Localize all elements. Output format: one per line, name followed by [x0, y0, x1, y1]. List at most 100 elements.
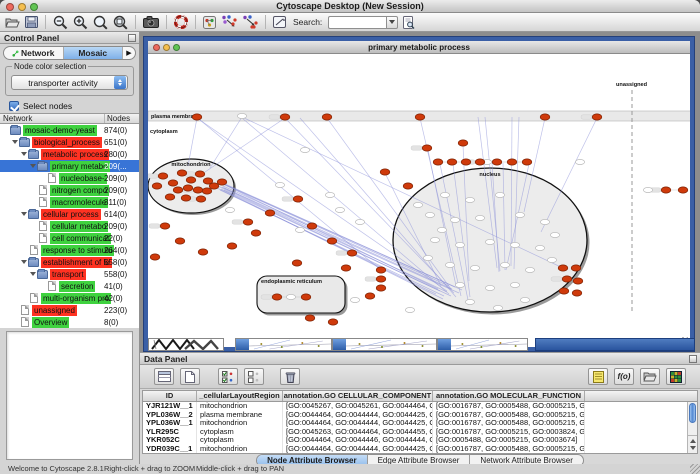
tree-expand-arrow[interactable]	[20, 257, 28, 267]
orange-node[interactable]	[175, 238, 185, 244]
minimized-window-thumbnail[interactable]	[332, 338, 437, 351]
orange-node[interactable]	[341, 265, 351, 271]
orange-node[interactable]	[251, 230, 261, 236]
white-node[interactable]	[335, 207, 344, 212]
orange-node[interactable]	[165, 194, 175, 200]
white-node[interactable]	[423, 255, 432, 260]
node-color-select[interactable]: transporter activity	[11, 75, 128, 90]
orange-node[interactable]	[292, 260, 302, 266]
select-nodes-checkbox[interactable]	[9, 101, 19, 111]
orange-node[interactable]	[461, 159, 471, 165]
matrix-icon[interactable]	[666, 368, 686, 385]
select-all-attributes-icon[interactable]	[218, 368, 238, 385]
network-canvas[interactable]: plasma membranecytoplasmmitochondrionnuc…	[148, 54, 690, 347]
search-dropdown-button[interactable]	[386, 16, 398, 29]
white-node[interactable]	[355, 219, 364, 224]
tree-item[interactable]: secretion41(0)	[0, 280, 139, 292]
white-node[interactable]	[325, 192, 334, 197]
function-builder-icon[interactable]: f(o)	[614, 368, 634, 385]
orange-node[interactable]	[293, 196, 303, 202]
orange-node[interactable]	[322, 114, 332, 120]
orange-node[interactable]	[198, 249, 208, 255]
orange-node[interactable]	[376, 285, 386, 291]
tree-header-network[interactable]: Network	[0, 114, 105, 123]
white-node[interactable]	[500, 262, 509, 267]
orange-node[interactable]	[573, 278, 583, 284]
white-node[interactable]	[547, 257, 556, 262]
orange-node[interactable]	[572, 290, 582, 296]
white-node[interactable]	[350, 297, 359, 302]
table-column-header[interactable]: ID	[143, 391, 197, 401]
white-node[interactable]	[535, 245, 544, 250]
scrollbar-thumb[interactable]	[689, 403, 696, 423]
orange-node[interactable]	[365, 293, 375, 299]
zoom-in-icon[interactable]	[72, 14, 89, 30]
orange-node[interactable]	[186, 177, 196, 183]
orange-node[interactable]	[150, 254, 160, 260]
white-node[interactable]	[455, 282, 464, 287]
white-node[interactable]	[643, 187, 652, 192]
white-node[interactable]	[295, 227, 304, 232]
minimize-button[interactable]	[18, 3, 26, 11]
tree-expand-arrow[interactable]	[29, 161, 37, 171]
orange-node[interactable]	[217, 179, 227, 185]
table-row[interactable]: YPL036W__2plasma membrane[GO:0044464, GO…	[143, 411, 697, 420]
orange-node[interactable]	[403, 183, 413, 189]
orange-node[interactable]	[661, 187, 671, 193]
white-node[interactable]	[540, 219, 549, 224]
table-row[interactable]: YLR295Ccytoplasm[GO:0045263, GO:0044464,…	[143, 428, 697, 437]
orange-node[interactable]	[243, 219, 253, 225]
vizmapper-icon[interactable]	[202, 14, 217, 30]
search-input[interactable]	[328, 16, 386, 29]
table-row[interactable]: YDR039C__1mitochondrion[GO:0044464, GO:0…	[143, 445, 697, 454]
white-node[interactable]	[450, 217, 459, 222]
frame-minimize-button[interactable]	[163, 44, 170, 51]
orange-node[interactable]	[328, 319, 338, 325]
white-node[interactable]	[275, 182, 284, 187]
white-node[interactable]	[470, 265, 479, 270]
orange-node[interactable]	[592, 114, 602, 120]
annotation-icon[interactable]	[272, 14, 288, 30]
table-vertical-scrollbar[interactable]	[687, 402, 697, 453]
orange-node[interactable]	[562, 276, 572, 282]
orange-node[interactable]	[272, 294, 282, 300]
tree-item[interactable]: establishment of lo558(0)	[0, 256, 139, 268]
orange-node[interactable]	[458, 140, 468, 146]
orange-node[interactable]	[447, 159, 457, 165]
orange-node[interactable]	[192, 114, 202, 120]
orange-node[interactable]	[183, 185, 193, 191]
import-attributes-icon[interactable]	[640, 368, 660, 385]
white-node[interactable]	[300, 147, 309, 152]
white-node[interactable]	[237, 113, 246, 118]
create-attribute-icon[interactable]	[180, 368, 200, 385]
tree-expand-arrow[interactable]	[11, 137, 19, 147]
save-session-icon[interactable]	[24, 14, 39, 30]
white-node[interactable]	[493, 305, 502, 310]
birdseye-view-panel[interactable]	[6, 331, 133, 460]
tree-item[interactable]: nitrogen compo209(0)	[0, 184, 139, 196]
tree-item[interactable]: metabolic process280(0)	[0, 148, 139, 160]
orange-node[interactable]	[558, 265, 568, 271]
white-node[interactable]	[413, 202, 422, 207]
white-node[interactable]	[510, 282, 519, 287]
zoom-selected-icon[interactable]	[92, 14, 109, 30]
tree-expand-arrow[interactable]	[20, 149, 28, 159]
white-node[interactable]	[437, 227, 446, 232]
tree-item[interactable]: cellular metabo209(0)	[0, 220, 139, 232]
attribute-list-icon[interactable]	[588, 368, 608, 385]
zoom-out-icon[interactable]	[52, 14, 69, 30]
orange-node[interactable]	[305, 315, 315, 321]
maximize-button[interactable]	[30, 3, 38, 11]
orange-node[interactable]	[280, 114, 290, 120]
tree-item[interactable]: biological_process651(0)	[0, 136, 139, 148]
white-node[interactable]	[495, 192, 504, 197]
orange-node[interactable]	[196, 196, 206, 202]
white-node[interactable]	[525, 267, 534, 272]
orange-node[interactable]	[227, 243, 237, 249]
white-node[interactable]	[520, 297, 529, 302]
white-node[interactable]	[425, 212, 434, 217]
white-node[interactable]	[445, 262, 454, 267]
white-node[interactable]	[510, 242, 519, 247]
network-edge[interactable]	[205, 118, 285, 172]
tree-item[interactable]: response to stimulu264(0)	[0, 244, 139, 256]
